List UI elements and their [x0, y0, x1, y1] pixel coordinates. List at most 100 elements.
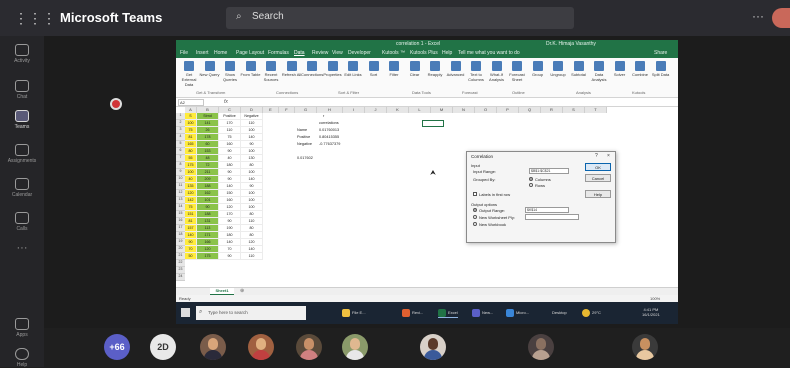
dialog-close-icon[interactable]: ×	[607, 153, 610, 159]
app-launcher-icon[interactable]: ⋮⋮⋮	[14, 9, 56, 27]
table-cell[interactable]: 80	[241, 225, 263, 232]
name-box[interactable]: A2	[178, 99, 204, 106]
ribbon-button-recent-sources[interactable]: Recent Sources	[260, 61, 282, 82]
zoom-level[interactable]: 100%	[650, 296, 660, 301]
ribbon-tab-file[interactable]: File	[180, 50, 188, 56]
participant-video-tile[interactable]	[342, 334, 368, 360]
participant-video-tile[interactable]	[248, 334, 274, 360]
table-cell[interactable]: 80	[185, 148, 197, 155]
row-header[interactable]: 16	[176, 218, 185, 225]
table-cell[interactable]: 90	[219, 218, 241, 225]
new-ws-ply-radio[interactable]	[473, 215, 477, 219]
table-cell[interactable]: 90	[219, 169, 241, 176]
table-cell[interactable]: 110	[241, 253, 263, 260]
table-cell[interactable]: 165	[185, 141, 197, 148]
table-cell[interactable]: 131	[197, 218, 219, 225]
row-header[interactable]: 2	[176, 120, 185, 127]
row-header[interactable]: 10	[176, 176, 185, 183]
row-header[interactable]: 14	[176, 204, 185, 211]
taskbar-search-input[interactable]: ⌕ Type here to search	[196, 306, 306, 320]
ribbon-tab-developer[interactable]: Developer	[348, 50, 371, 56]
taskbar-app-micro[interactable]: Micro...	[506, 308, 529, 318]
table-cell[interactable]: 140	[219, 239, 241, 246]
row-header[interactable]: 3	[176, 127, 185, 134]
column-header[interactable]: I	[343, 107, 365, 113]
column-header[interactable]: S	[563, 107, 585, 113]
table-cell[interactable]: 80	[241, 211, 263, 218]
participant-video-tile[interactable]	[296, 334, 322, 360]
table-cell[interactable]: 162	[197, 190, 219, 197]
row-header[interactable]: 13	[176, 197, 185, 204]
ribbon-tab-tell-me-what-you-want-to-do[interactable]: Tell me what you want to do	[458, 50, 520, 56]
ribbon-button-from-table[interactable]: From Table	[240, 61, 262, 77]
participant-overflow-count[interactable]: +66	[104, 334, 130, 360]
table-cell[interactable]: 180	[219, 162, 241, 169]
ribbon-button-filter[interactable]: Filter	[383, 61, 405, 77]
table-cell[interactable]: 81	[185, 218, 197, 225]
help-button[interactable]: Help	[585, 190, 611, 198]
taskbar-app-review[interactable]: Revi...	[402, 308, 423, 318]
table-cell[interactable]: 100	[241, 127, 263, 134]
table-cell[interactable]: 90	[197, 204, 219, 211]
ribbon-tab-view[interactable]: View	[332, 50, 343, 56]
table-cell[interactable]: Strnd	[197, 113, 219, 120]
ribbon-button-new-query[interactable]: New Query	[199, 61, 221, 77]
new-ws-ply-field[interactable]	[525, 214, 579, 220]
taskbar-app-excel[interactable]: Excel	[438, 308, 458, 318]
taskbar-app-teams[interactable]: New...	[472, 308, 493, 318]
ribbon-button-edit-links[interactable]: Edit Links	[342, 61, 364, 77]
table-cell[interactable]: 48	[197, 155, 219, 162]
rail-item-chat[interactable]: Chat	[0, 80, 44, 100]
table-cell[interactable]: 100	[241, 204, 263, 211]
table-cell[interactable]: 188	[197, 211, 219, 218]
column-header[interactable]: R	[541, 107, 563, 113]
ribbon-tab-review[interactable]: Review	[312, 50, 328, 56]
table-cell[interactable]: 70	[185, 246, 197, 253]
table-cell[interactable]: 50	[185, 253, 197, 260]
table-cell[interactable]: Negative	[241, 113, 263, 120]
rail-item-teams[interactable]: Teams	[0, 110, 44, 130]
column-header[interactable]: M	[431, 107, 453, 113]
table-cell[interactable]: 100	[241, 197, 263, 204]
ribbon-button-reapply[interactable]: Reapply	[424, 61, 446, 77]
ribbon-button-forecast-sheet[interactable]: Forecast Sheet	[506, 61, 528, 82]
participant-initials-avatar[interactable]: 2D	[150, 334, 176, 360]
rail-item-calls[interactable]: Calls	[0, 212, 44, 232]
table-cell[interactable]: 160	[219, 197, 241, 204]
table-cell[interactable]: 140	[219, 183, 241, 190]
ribbon-button-subtotal[interactable]: Subtotal	[568, 61, 590, 77]
participant-video-tile[interactable]	[200, 334, 226, 360]
share-button[interactable]: Share	[654, 50, 667, 56]
ribbon-button-combine[interactable]: Combine	[629, 61, 651, 77]
ribbon-tab-home[interactable]: Home	[214, 50, 227, 56]
ribbon-tab-data[interactable]: Data	[294, 50, 305, 56]
table-cell[interactable]: 100	[241, 148, 263, 155]
table-cell[interactable]: 26	[197, 127, 219, 134]
table-cell[interactable]: 55	[185, 155, 197, 162]
column-header[interactable]: K	[387, 107, 409, 113]
ribbon-button-split-data[interactable]: Split Data	[650, 61, 672, 77]
table-cell[interactable]: 40	[219, 155, 241, 162]
ribbon-button-clear[interactable]: Clear	[404, 61, 426, 77]
ribbon-button-connections[interactable]: Connections	[301, 61, 323, 77]
table-cell[interactable]: 153	[197, 148, 219, 155]
labels-first-row-checkbox[interactable]	[473, 192, 477, 196]
table-cell[interactable]: 100	[185, 120, 197, 127]
table-cell[interactable]: 60	[197, 141, 219, 148]
row-header[interactable]: 4	[176, 134, 185, 141]
ribbon-tab-help[interactable]: Help	[442, 50, 452, 56]
table-cell[interactable]: 178	[197, 134, 219, 141]
table-cell[interactable]: 120	[197, 246, 219, 253]
ribbon-button-what-if-analysis[interactable]: What-If Analysis	[486, 61, 508, 82]
table-cell[interactable]: 211	[197, 169, 219, 176]
row-header[interactable]: 21	[176, 253, 185, 260]
profile-avatar[interactable]	[772, 8, 790, 28]
rail-item-apps[interactable]: Apps	[0, 318, 44, 338]
table-cell[interactable]: 188	[197, 183, 219, 190]
ribbon-tab-kutools-plus[interactable]: Kutools Plus	[410, 50, 438, 56]
table-cell[interactable]: 113	[197, 225, 219, 232]
row-header[interactable]: 18	[176, 232, 185, 239]
row-header[interactable]: 15	[176, 211, 185, 218]
row-header[interactable]: 8	[176, 162, 185, 169]
ribbon-button-get-external-data[interactable]: Get External Data	[178, 61, 200, 87]
